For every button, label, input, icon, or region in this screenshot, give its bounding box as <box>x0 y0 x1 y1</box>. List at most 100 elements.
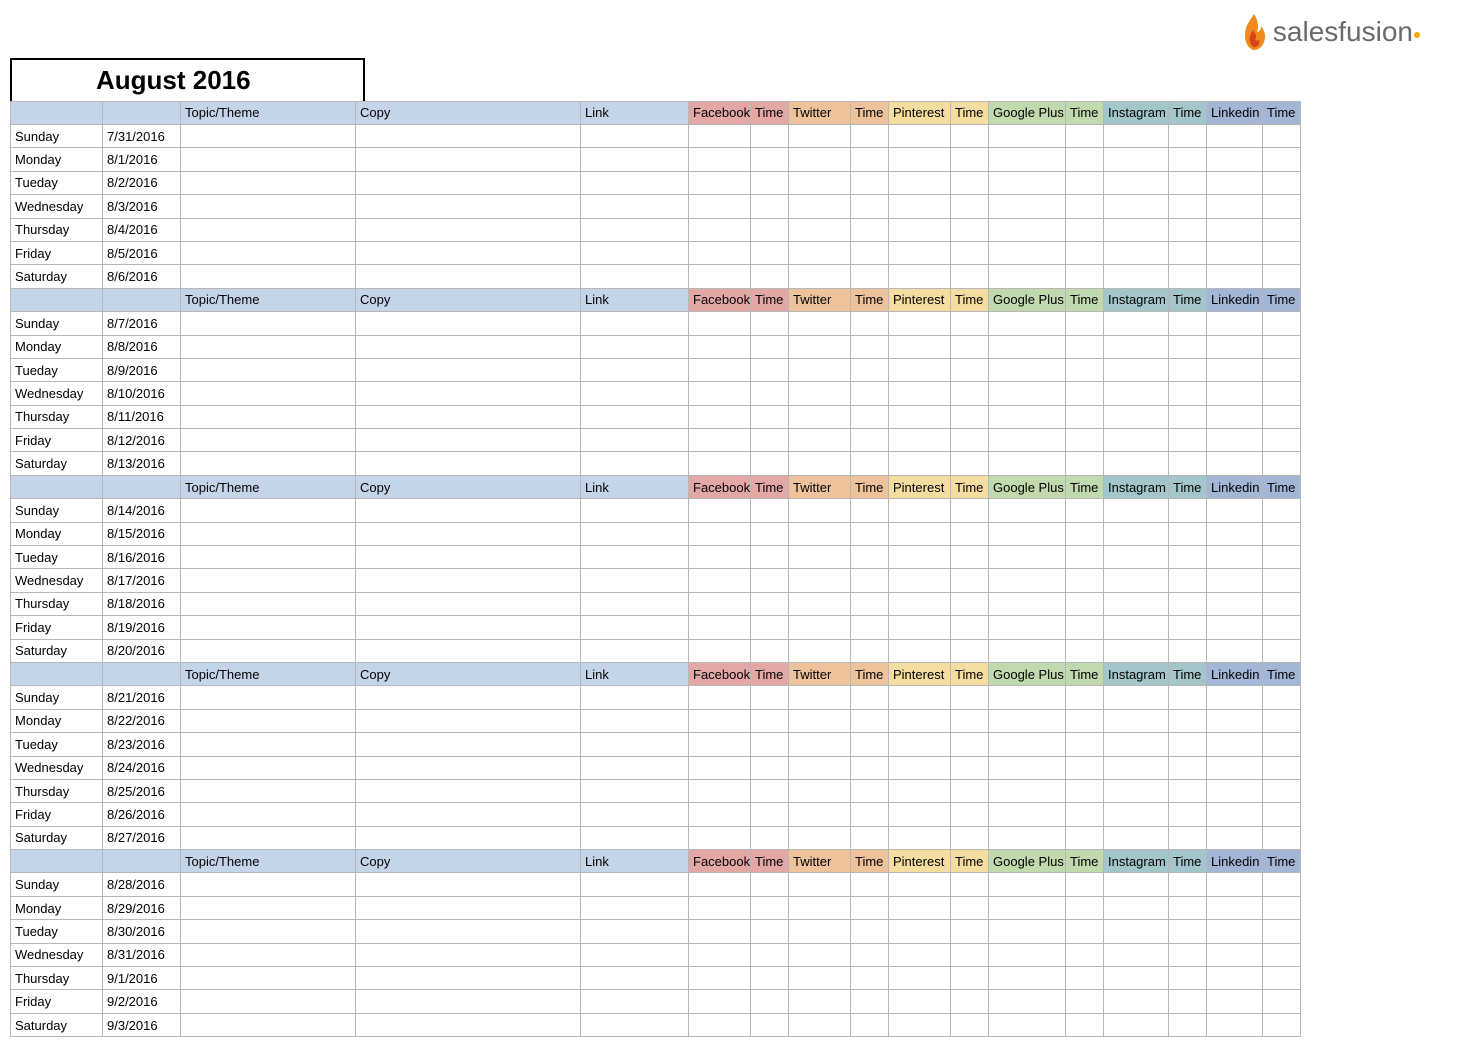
cell-facebook-time[interactable] <box>751 218 789 241</box>
header-pinterest[interactable]: Pinterest <box>889 662 951 685</box>
cell-topic[interactable] <box>181 967 356 990</box>
cell-linkedin-time[interactable] <box>1263 522 1301 545</box>
cell-date[interactable]: 8/6/2016 <box>103 265 181 288</box>
header-linkedin-time[interactable]: Time <box>1263 850 1301 873</box>
cell-pinterest-time[interactable] <box>951 990 989 1013</box>
cell-date[interactable]: 8/2/2016 <box>103 171 181 194</box>
cell-facebook[interactable] <box>689 733 751 756</box>
cell-linkedin[interactable] <box>1207 967 1263 990</box>
cell-twitter-time[interactable] <box>851 171 889 194</box>
cell-copy[interactable] <box>356 265 581 288</box>
cell-pinterest-time[interactable] <box>951 241 989 264</box>
cell-twitter-time[interactable] <box>851 452 889 475</box>
cell-twitter-time[interactable] <box>851 124 889 147</box>
cell-facebook-time[interactable] <box>751 779 789 802</box>
cell-facebook-time[interactable] <box>751 920 789 943</box>
cell-instagram[interactable] <box>1104 452 1169 475</box>
cell-day-name[interactable]: Thursday <box>11 592 103 615</box>
cell-instagram-time[interactable] <box>1169 312 1207 335</box>
cell-twitter-time[interactable] <box>851 592 889 615</box>
cell-linkedin[interactable] <box>1207 499 1263 522</box>
cell-google-plus-time[interactable] <box>1066 756 1104 779</box>
header-facebook[interactable]: Facebook <box>689 850 751 873</box>
cell-instagram[interactable] <box>1104 195 1169 218</box>
cell-twitter[interactable] <box>789 265 851 288</box>
cell-date[interactable]: 8/23/2016 <box>103 733 181 756</box>
cell-facebook[interactable] <box>689 592 751 615</box>
cell-date[interactable]: 8/15/2016 <box>103 522 181 545</box>
cell-pinterest[interactable] <box>889 124 951 147</box>
cell-instagram-time[interactable] <box>1169 452 1207 475</box>
cell-instagram-time[interactable] <box>1169 241 1207 264</box>
cell-twitter[interactable] <box>789 990 851 1013</box>
cell-day-name[interactable]: Sunday <box>11 499 103 522</box>
cell-linkedin[interactable] <box>1207 592 1263 615</box>
cell-link[interactable] <box>581 990 689 1013</box>
header-twitter[interactable]: Twitter <box>789 288 851 311</box>
cell-instagram[interactable] <box>1104 148 1169 171</box>
cell-linkedin-time[interactable] <box>1263 616 1301 639</box>
cell-link[interactable] <box>581 616 689 639</box>
cell-google-plus[interactable] <box>989 896 1066 919</box>
cell-instagram-time[interactable] <box>1169 195 1207 218</box>
cell-link[interactable] <box>581 592 689 615</box>
cell-link[interactable] <box>581 686 689 709</box>
cell-copy[interactable] <box>356 756 581 779</box>
header-topic[interactable]: Topic/Theme <box>181 475 356 498</box>
cell-instagram[interactable] <box>1104 779 1169 802</box>
cell-linkedin[interactable] <box>1207 803 1263 826</box>
cell-linkedin[interactable] <box>1207 569 1263 592</box>
cell-facebook-time[interactable] <box>751 405 789 428</box>
cell-date[interactable]: 8/8/2016 <box>103 335 181 358</box>
cell-linkedin-time[interactable] <box>1263 241 1301 264</box>
cell-twitter[interactable] <box>789 756 851 779</box>
cell-google-plus-time[interactable] <box>1066 265 1104 288</box>
cell-google-plus[interactable] <box>989 990 1066 1013</box>
cell-pinterest-time[interactable] <box>951 195 989 218</box>
cell-link[interactable] <box>581 265 689 288</box>
cell-google-plus-time[interactable] <box>1066 405 1104 428</box>
cell-google-plus-time[interactable] <box>1066 452 1104 475</box>
cell-facebook[interactable] <box>689 943 751 966</box>
cell-linkedin-time[interactable] <box>1263 967 1301 990</box>
cell-link[interactable] <box>581 803 689 826</box>
cell-date[interactable]: 8/17/2016 <box>103 569 181 592</box>
cell-google-plus[interactable] <box>989 124 1066 147</box>
cell-twitter[interactable] <box>789 171 851 194</box>
cell-google-plus[interactable] <box>989 148 1066 171</box>
cell-facebook-time[interactable] <box>751 756 789 779</box>
cell-twitter[interactable] <box>789 195 851 218</box>
cell-link[interactable] <box>581 312 689 335</box>
cell-instagram-time[interactable] <box>1169 429 1207 452</box>
cell-linkedin-time[interactable] <box>1263 335 1301 358</box>
cell-link[interactable] <box>581 967 689 990</box>
cell-instagram[interactable] <box>1104 382 1169 405</box>
header-facebook-time[interactable]: Time <box>751 101 789 124</box>
cell-pinterest-time[interactable] <box>951 429 989 452</box>
cell-topic[interactable] <box>181 592 356 615</box>
cell-date[interactable]: 8/12/2016 <box>103 429 181 452</box>
cell-pinterest-time[interactable] <box>951 873 989 896</box>
cell-date[interactable]: 8/5/2016 <box>103 241 181 264</box>
cell-pinterest[interactable] <box>889 826 951 849</box>
cell-pinterest[interactable] <box>889 265 951 288</box>
cell-instagram[interactable] <box>1104 124 1169 147</box>
cell-google-plus-time[interactable] <box>1066 522 1104 545</box>
cell-pinterest[interactable] <box>889 312 951 335</box>
cell-instagram-time[interactable] <box>1169 405 1207 428</box>
cell-instagram-time[interactable] <box>1169 124 1207 147</box>
cell-twitter[interactable] <box>789 452 851 475</box>
cell-facebook-time[interactable] <box>751 709 789 732</box>
cell-date[interactable]: 8/4/2016 <box>103 218 181 241</box>
header-twitter[interactable]: Twitter <box>789 850 851 873</box>
cell-linkedin-time[interactable] <box>1263 148 1301 171</box>
cell-topic[interactable] <box>181 335 356 358</box>
cell-google-plus[interactable] <box>989 429 1066 452</box>
header-day-blank[interactable] <box>11 475 103 498</box>
cell-date[interactable]: 8/27/2016 <box>103 826 181 849</box>
header-google-plus-time[interactable]: Time <box>1066 850 1104 873</box>
cell-day-name[interactable]: Thursday <box>11 779 103 802</box>
cell-topic[interactable] <box>181 171 356 194</box>
cell-twitter[interactable] <box>789 382 851 405</box>
cell-topic[interactable] <box>181 218 356 241</box>
